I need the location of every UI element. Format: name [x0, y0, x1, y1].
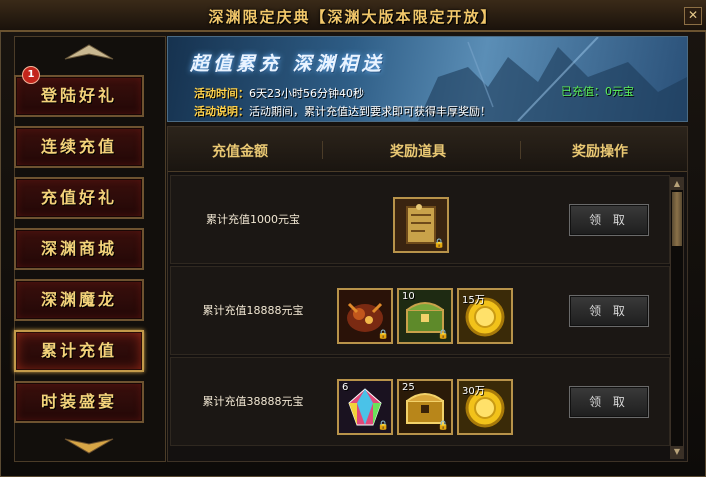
event-time: 活动时间：6天23小时56分钟40秒	[194, 85, 364, 101]
table-row: 累计充值1000元宝 🔒 领 取	[170, 175, 670, 264]
event-time-label: 活动时间：	[194, 87, 249, 100]
header-divider	[520, 141, 521, 159]
sidebar-item-abyss-dragon[interactable]: 深渊魔龙	[14, 279, 144, 321]
table-scrollbar[interactable]: ▲ ▼	[670, 177, 684, 459]
item-count: 15万	[462, 295, 485, 306]
table-row: 累计充值18888元宝 🔒 10 🔒 15万 领 取	[170, 266, 670, 355]
lock-icon: 🔒	[377, 330, 389, 340]
lock-icon: 🔒	[437, 421, 449, 431]
header-divider	[322, 141, 323, 159]
scroll-thumb[interactable]	[672, 192, 682, 246]
row-requirement: 累计充值18888元宝	[202, 304, 304, 317]
header-reward-action: 奖励操作	[572, 144, 628, 160]
sidebar-item-consecutive-recharge[interactable]: 连续充值	[14, 126, 144, 168]
reward-item-slot[interactable]: 25 🔒	[397, 379, 453, 435]
event-description-value: 活动期间，累计充值达到要求即可获得丰厚奖励！	[249, 105, 491, 118]
row-requirement: 累计充值38888元宝	[202, 395, 304, 408]
item-count: 25	[402, 382, 415, 393]
lock-icon: 🔒	[377, 421, 389, 431]
reward-item-slot[interactable]: 🔒	[393, 197, 449, 253]
banner-title: 超值累充 深渊相送	[190, 53, 385, 75]
header-recharge-amount: 充值金额	[212, 144, 268, 160]
table-row: 累计充值38888元宝 6 🔒 25 🔒 30万 领 取	[170, 357, 670, 446]
item-count: 6	[342, 382, 349, 393]
sidebar-item-recharge-gift[interactable]: 充值好礼	[14, 177, 144, 219]
event-time-value: 6天23小时56分钟40秒	[249, 87, 364, 100]
reward-item-slot[interactable]: 10 🔒	[397, 288, 453, 344]
event-description: 活动说明：活动期间，累计充值达到要求即可获得丰厚奖励！	[194, 103, 491, 119]
event-description-label: 活动说明：	[194, 105, 249, 118]
sidebar-item-abyss-shop[interactable]: 深渊商城	[14, 228, 144, 270]
sidebar-item-fashion-feast[interactable]: 时装盛宴	[14, 381, 144, 423]
recharged-amount: 已充值：0元宝	[561, 85, 634, 98]
sidebar-item-cumulative-recharge[interactable]: 累计充值	[14, 330, 144, 372]
notification-badge: 1	[22, 66, 40, 84]
scroll-up-icon[interactable]: ▲	[671, 178, 683, 190]
scroll-up-arrow-icon[interactable]	[63, 43, 115, 61]
event-banner: 超值累充 深渊相送 活动时间：6天23小时56分钟40秒 活动说明：活动期间，累…	[167, 36, 688, 122]
row-requirement: 累计充值1000元宝	[206, 213, 300, 226]
scroll-down-arrow-icon[interactable]	[63, 437, 115, 455]
rewards-table: 充值金额 奖励道具 奖励操作 累计充值1000元宝 🔒 领 取 累计充值1888…	[167, 126, 688, 462]
title-bar: 深渊限定庆典【深渊大版本限定开放】 ✕	[0, 0, 706, 32]
reward-item-slot[interactable]: 15万	[457, 288, 513, 344]
claim-button[interactable]: 领 取	[569, 204, 649, 236]
claim-button[interactable]: 领 取	[569, 295, 649, 327]
reward-item-slot[interactable]: 6 🔒	[337, 379, 393, 435]
scroll-down-icon[interactable]: ▼	[671, 446, 683, 458]
table-header: 充值金额 奖励道具 奖励操作	[168, 127, 687, 172]
lock-icon: 🔒	[433, 239, 445, 249]
reward-item-slot[interactable]: 🔒	[337, 288, 393, 344]
item-count: 30万	[462, 386, 485, 397]
claim-button[interactable]: 领 取	[569, 386, 649, 418]
item-count: 10	[402, 291, 415, 302]
window-title: 深渊限定庆典【深渊大版本限定开放】	[208, 8, 498, 26]
reward-item-slot[interactable]: 30万	[457, 379, 513, 435]
close-button[interactable]: ✕	[684, 7, 702, 25]
header-reward-items: 奖励道具	[390, 144, 446, 160]
lock-icon: 🔒	[437, 330, 449, 340]
